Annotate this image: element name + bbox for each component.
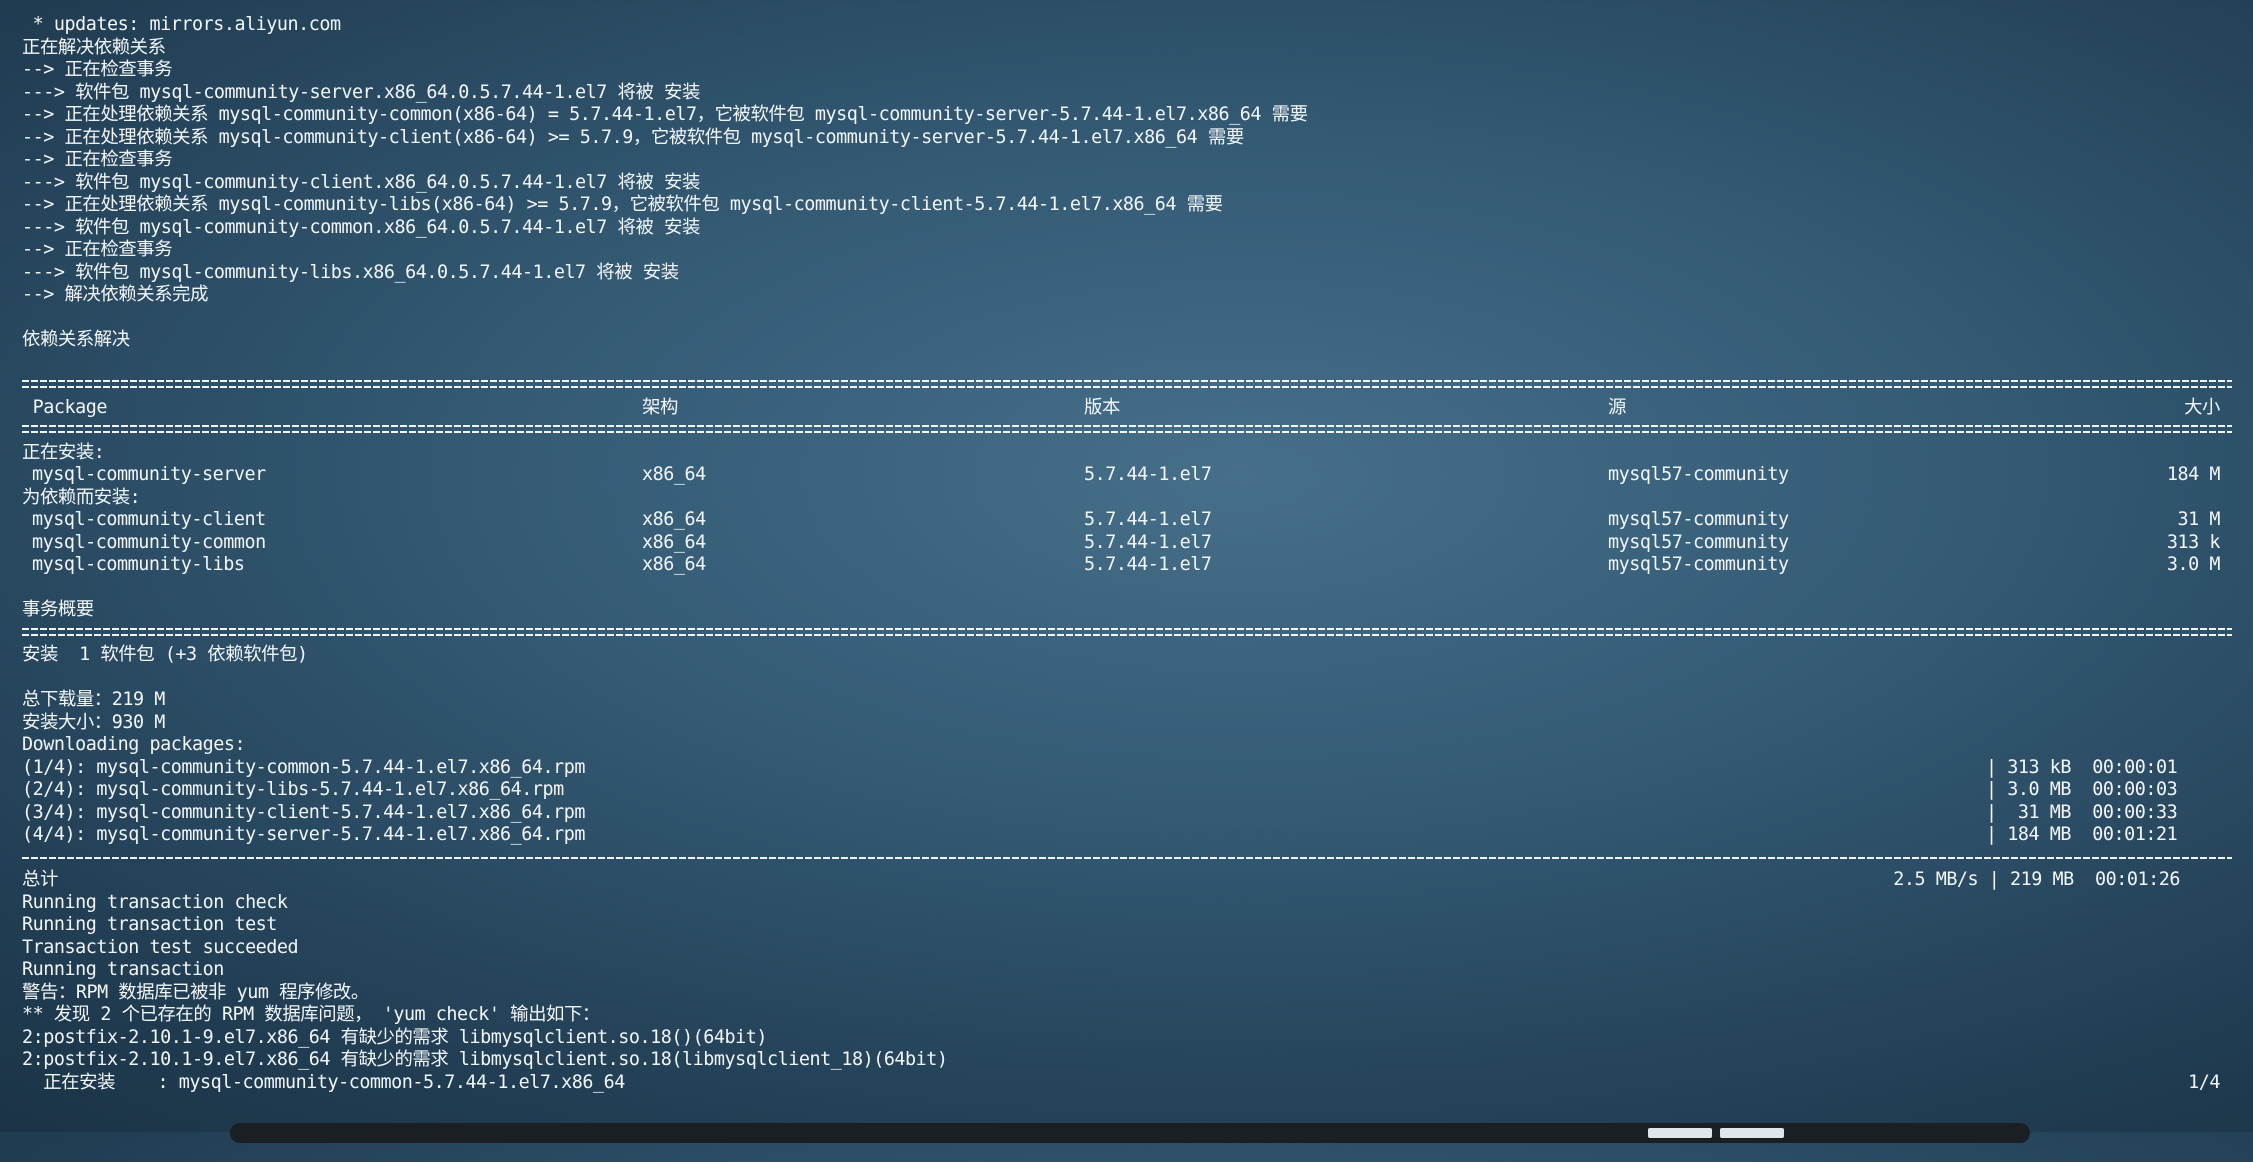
package-repo: mysql57-community [1608, 531, 1789, 553]
header-package: Package [22, 396, 108, 418]
terminal-line: ---> 软件包 mysql-community-client.x86_64.0… [22, 171, 700, 193]
package-arch: x86_64 [642, 464, 706, 485]
download-file: (2/4): mysql-community-libs-5.7.44-1.el7… [22, 779, 564, 800]
dependency-label: 为依赖而安装: [22, 486, 141, 508]
download-file: (1/4): mysql-community-common-5.7.44-1.e… [22, 756, 585, 778]
download-row: (3/4): mysql-community-client-5.7.44-1.e… [22, 802, 2232, 825]
download-size: 总下载量：219 M [22, 689, 165, 710]
download-row: (1/4): mysql-community-common-5.7.44-1.e… [22, 757, 2232, 780]
summary-title: 事务概要 [22, 599, 94, 620]
table-row: mysql-community-server x86_64 5.7.44-1.e… [22, 464, 2232, 487]
single-rule [22, 847, 2232, 870]
double-rule [22, 419, 2232, 442]
terminal-line: Running transaction check [22, 891, 288, 913]
package-size: 313 k [2166, 531, 2221, 553]
package-version: 5.7.44-1.el7 [1084, 554, 1212, 575]
install-size: 安装大小：930 M [22, 711, 165, 733]
downloading-label: Downloading packages: [22, 734, 246, 755]
terminal-line: --> 正在检查事务 [22, 239, 173, 260]
download-progress: | 313 kB 00:00:01 [1986, 756, 2178, 778]
terminal-line: Transaction test succeeded [22, 936, 299, 958]
terminal-line: ** 发现 2 个已存在的 RPM 数据库问题， 'yum check' 输出如… [22, 1004, 600, 1025]
header-size: 大小 [2184, 396, 2220, 418]
package-name: mysql-community-client [32, 509, 266, 530]
double-rule [22, 622, 2232, 645]
terminal-line: 2:postfix-2.10.1-9.el7.x86_64 有缺少的需求 lib… [22, 1026, 767, 1048]
installing-label: 正在安装: [22, 441, 105, 463]
table-header: Package 架构 版本 源 大小 [22, 397, 2232, 420]
install-counter: 1/4 [2188, 1071, 2220, 1093]
package-version: 5.7.44-1.el7 [1084, 531, 1212, 553]
download-progress: | 31 MB 00:00:33 [1986, 801, 2178, 823]
package-repo: mysql57-community [1608, 464, 1789, 485]
terminal-line: --> 正在处理依赖关系 mysql-community-common(x86-… [22, 104, 1308, 125]
download-file: (3/4): mysql-community-client-5.7.44-1.e… [22, 801, 585, 823]
package-name: mysql-community-common [32, 531, 266, 553]
package-name: mysql-community-server [32, 464, 266, 485]
terminal-line: ---> 软件包 mysql-community-server.x86_64.0… [22, 81, 700, 103]
current-install-row: 正在安装 : mysql-community-common-5.7.44-1.e… [22, 1072, 2232, 1095]
terminal-line: --> 正在处理依赖关系 mysql-community-client(x86-… [22, 126, 1244, 148]
terminal-line: 正在解决依赖关系 [22, 36, 166, 58]
total-row: 总计 2.5 MB/s | 219 MB 00:01:26 [22, 869, 2232, 892]
download-row: (2/4): mysql-community-libs-5.7.44-1.el7… [22, 779, 2232, 802]
table-row: mysql-community-libs x86_64 5.7.44-1.el7… [22, 554, 2232, 577]
package-name: mysql-community-libs [32, 554, 245, 575]
table-row: mysql-community-client x86_64 5.7.44-1.e… [22, 509, 2232, 532]
terminal-line: * updates: mirrors.aliyun.com [22, 14, 342, 35]
terminal-line: --> 正在检查事务 [22, 149, 173, 170]
taskbar-button[interactable] [1720, 1128, 1784, 1138]
terminal-line: Running transaction test [22, 914, 277, 935]
download-file: (4/4): mysql-community-server-5.7.44-1.e… [22, 824, 585, 845]
summary-install-line: 安装 1 软件包 (+3 依赖软件包) [22, 644, 308, 665]
package-size: 184 M [2166, 464, 2221, 485]
package-size: 31 M [2177, 509, 2221, 530]
terminal-line: --> 正在检查事务 [22, 59, 173, 80]
package-version: 5.7.44-1.el7 [1084, 509, 1212, 530]
terminal-line: 依赖关系解决 [22, 329, 130, 350]
header-repo: 源 [1608, 396, 1626, 418]
warning-line: 警告：RPM 数据库已被非 yum 程序修改。 [22, 981, 369, 1003]
taskbar-button[interactable] [1648, 1128, 1712, 1138]
double-rule [22, 374, 2232, 397]
terminal-line: --> 解决依赖关系完成 [22, 284, 209, 305]
package-arch: x86_64 [642, 531, 706, 553]
package-version: 5.7.44-1.el7 [1084, 464, 1212, 485]
current-install-text: 正在安装 : mysql-community-common-5.7.44-1.e… [22, 1071, 625, 1093]
terminal-line: 2:postfix-2.10.1-9.el7.x86_64 有缺少的需求 lib… [22, 1049, 948, 1070]
terminal-output[interactable]: * updates: mirrors.aliyun.com 正在解决依赖关系 -… [22, 14, 2232, 1118]
package-arch: x86_64 [642, 509, 706, 530]
download-progress: | 184 MB 00:01:21 [1986, 824, 2178, 845]
package-repo: mysql57-community [1608, 554, 1789, 575]
terminal-line: Running transaction [22, 959, 224, 980]
terminal-line: --> 正在处理依赖关系 mysql-community-libs(x86-64… [22, 194, 1223, 215]
header-arch: 架构 [642, 396, 678, 418]
terminal-line: ---> 软件包 mysql-community-common.x86_64.0… [22, 216, 700, 238]
package-repo: mysql57-community [1608, 509, 1789, 530]
total-value: 2.5 MB/s | 219 MB 00:01:26 [1893, 869, 2180, 890]
package-arch: x86_64 [642, 554, 706, 575]
total-label: 总计 [22, 869, 58, 890]
download-progress: | 3.0 MB 00:00:03 [1986, 779, 2178, 800]
table-row: mysql-community-common x86_64 5.7.44-1.e… [22, 532, 2232, 555]
header-version: 版本 [1084, 396, 1120, 418]
terminal-line: ---> 软件包 mysql-community-libs.x86_64.0.5… [22, 261, 679, 283]
package-size: 3.0 M [2166, 554, 2221, 575]
download-row: (4/4): mysql-community-server-5.7.44-1.e… [22, 824, 2232, 847]
